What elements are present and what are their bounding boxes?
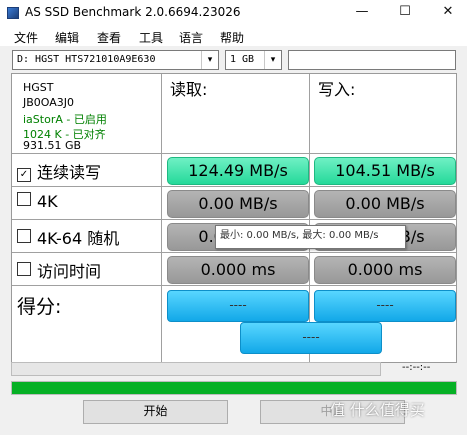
- size-select-value: 1 GB: [230, 54, 255, 65]
- start-button[interactable]: 开始: [83, 400, 228, 424]
- elapsed-time: --:--:--: [402, 362, 431, 373]
- menu-edit[interactable]: 编辑: [55, 29, 79, 46]
- main-progress-bar: [11, 381, 457, 395]
- test-row-4k[interactable]: 4K: [17, 192, 58, 211]
- menu-view[interactable]: 查看: [97, 29, 121, 46]
- test-label: 4K: [37, 192, 58, 211]
- checkbox-4k64[interactable]: [17, 229, 31, 243]
- result-tooltip: 最小: 0.00 MB/s, 最大: 0.00 MB/s: [215, 225, 406, 249]
- checkbox-seq[interactable]: ✓: [17, 168, 31, 182]
- write-column-header: 写入:: [318, 80, 356, 99]
- drive-capacity: 931.51 GB: [23, 139, 82, 152]
- test-label: 连续读写: [37, 163, 102, 182]
- chevron-down-icon: ▾: [201, 51, 218, 69]
- menu-tools[interactable]: 工具: [139, 29, 163, 46]
- row-divider: [12, 219, 456, 220]
- access-write-result: 0.000 ms: [314, 256, 456, 284]
- row-divider: [12, 252, 456, 253]
- menu-language[interactable]: 语言: [179, 29, 203, 46]
- drive-select[interactable]: D: HGST HTS721010A9E630 ▾: [12, 50, 219, 70]
- row-divider: [12, 285, 456, 286]
- row-divider: [12, 186, 456, 187]
- text-field[interactable]: [288, 50, 456, 70]
- size-select[interactable]: 1 GB ▾: [225, 50, 282, 70]
- menu-file[interactable]: 文件: [14, 29, 38, 46]
- test-row-access[interactable]: 访问时间: [17, 258, 101, 282]
- score-write: ----: [314, 290, 456, 322]
- menu-help[interactable]: 帮助: [220, 29, 244, 46]
- seq-write-result: 104.51 MB/s: [314, 157, 456, 185]
- score-label: 得分:: [17, 296, 62, 318]
- test-row-4k64[interactable]: 4K-64 随机: [17, 225, 119, 249]
- read-column-header: 读取:: [170, 80, 208, 99]
- score-total: ----: [240, 322, 382, 354]
- score-read: ----: [167, 290, 309, 322]
- test-label: 访问时间: [37, 262, 102, 281]
- checkbox-access[interactable]: [17, 262, 31, 276]
- top-progress-bar: [11, 362, 381, 376]
- minimize-button[interactable]: —: [347, 0, 377, 26]
- app-icon: [7, 7, 19, 19]
- 4k-write-result: 0.00 MB/s: [314, 190, 456, 218]
- drive-firmware: JB0OA3J0: [23, 96, 75, 109]
- window-title: AS SSD Benchmark 2.0.6694.23026: [25, 5, 241, 19]
- column-divider: [309, 74, 310, 362]
- driver-status: iaStorA - 已启用: [23, 113, 107, 126]
- close-button[interactable]: ✕: [433, 0, 463, 26]
- drive-select-value: D: HGST HTS721010A9E630: [17, 54, 156, 65]
- menu-bar: 文件 编辑 查看 工具 语言 帮助: [0, 26, 467, 46]
- chevron-down-icon: ▾: [264, 51, 281, 69]
- checkbox-4k[interactable]: [17, 192, 31, 206]
- main-progress-fill: [12, 382, 456, 394]
- results-panel: HGST JB0OA3J0 iaStorA - 已启用 1024 K - 已对齐…: [11, 73, 457, 363]
- seq-read-result: 124.49 MB/s: [167, 157, 309, 185]
- 4k-read-result: 0.00 MB/s: [167, 190, 309, 218]
- access-read-result: 0.000 ms: [167, 256, 309, 284]
- watermark: 值 什么值得买: [330, 401, 425, 419]
- test-row-seq[interactable]: ✓ 连续读写: [17, 159, 101, 183]
- row-divider: [12, 153, 456, 154]
- test-label: 4K-64 随机: [37, 229, 120, 248]
- drive-vendor: HGST: [23, 81, 54, 94]
- maximize-button[interactable]: ☐: [390, 0, 420, 26]
- column-divider: [161, 74, 162, 362]
